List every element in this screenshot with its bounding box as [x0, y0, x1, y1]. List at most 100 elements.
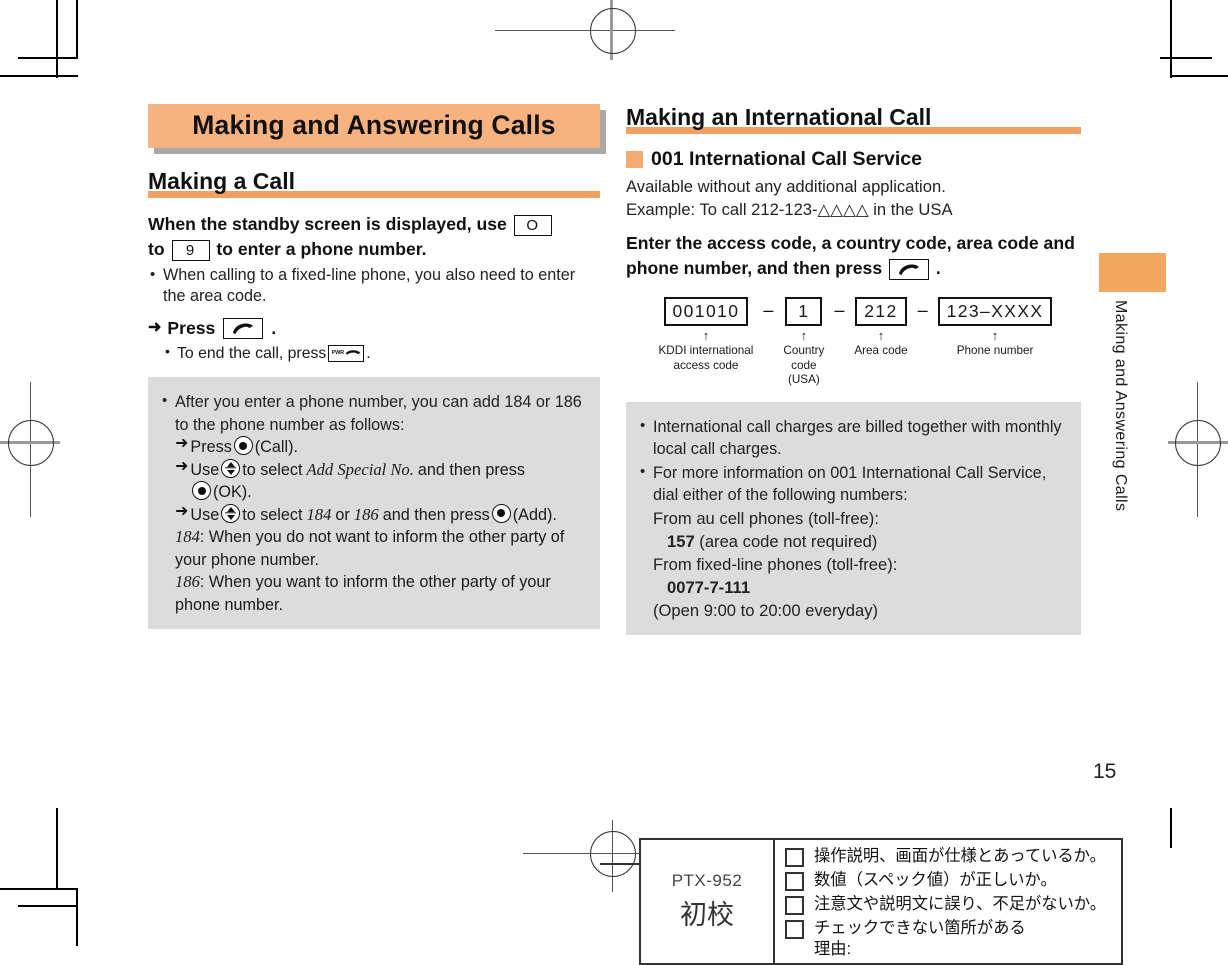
substep-select-184-186: ➜ Use to select 184 or 186 and then pres… [160, 502, 586, 527]
intro-line-2: Example: To call 212-123-△△△△ in the USA [626, 200, 953, 219]
arrow-right-icon: ➜ [175, 435, 189, 452]
proof-checklist-label: 注意文や説明文に誤り、不足がないか。 [814, 895, 1107, 913]
subsection-001-service: 001 International Call Service [626, 148, 1081, 171]
proof-box-leader-line [600, 863, 642, 865]
step-press-send: ➜ Press . [148, 315, 600, 341]
key-send-icon [223, 317, 264, 339]
section-heading-making-a-call: Making a Call [148, 168, 600, 198]
diagram-label: Area code [854, 344, 908, 357]
step-press-label: Press [167, 318, 216, 338]
proof-identity: PTX-952 初校 [641, 840, 775, 963]
key-power-end-icon: PWR [328, 345, 365, 362]
substep-post2: and then press [382, 505, 490, 524]
step-text-a: When the standby screen is displayed, us… [148, 214, 507, 234]
substep-press-ok: (OK). [160, 481, 586, 504]
phone-number-0077: 0077-7-111 [667, 577, 751, 597]
checkbox-icon[interactable] [785, 920, 804, 939]
section-heading-international-call: Making an International Call [626, 104, 1081, 134]
note-box-special-numbers: After you enter a phone number, you can … [148, 377, 600, 629]
option-186: 186 [353, 504, 379, 524]
list-item: After you enter a phone number, you can … [160, 390, 586, 436]
key-updown-icon [221, 503, 241, 523]
diagram-separator: – [763, 300, 774, 320]
arrow-up-icon: ↑ [800, 328, 808, 343]
arrow-up-icon: ↑ [702, 328, 710, 343]
right-column: Making an International Call 001 Interna… [626, 104, 1081, 635]
page-number: 15 [1093, 760, 1117, 783]
diagram-part-phone-number: 123–XXXX ↑ Phone number [937, 297, 1053, 359]
contact-line-0077: 0077-7-111 [653, 576, 1067, 599]
definition-text: When you do not want to inform the other… [175, 528, 565, 569]
substep-pre: Use [190, 505, 220, 524]
definition-colon: : [199, 528, 205, 546]
diagram-label: Country code (USA) [783, 344, 825, 386]
proof-checklist-item[interactable]: 注意文や説明文に誤り、不足がないか。 [785, 894, 1121, 915]
intro-line-1: Available without any additional applica… [626, 177, 946, 196]
left-column: Making and Answering Calls Making a Call… [148, 104, 600, 629]
checkbox-icon[interactable] [785, 872, 804, 891]
step-end-call-note: To end the call, press PWR . [148, 341, 600, 364]
step-text-b: to [148, 239, 165, 259]
orange-square-bullet-icon [626, 151, 643, 168]
definition-term: 184 [175, 527, 200, 546]
diagram-part-access-code: 001010 ↑ KDDI international access code [659, 297, 753, 373]
instruction-text: Enter the access code, a country code, a… [626, 233, 1075, 278]
key-power-label: PWR [331, 349, 344, 356]
section-title: Making an International Call [626, 104, 932, 130]
checkbox-icon[interactable] [785, 896, 804, 915]
proof-checklist-item[interactable]: 操作説明、画面が仕様とあっているか。 [785, 846, 1121, 867]
proof-checklist-label-line1: チェックできない箇所がある [814, 919, 1026, 937]
chapter-title: Making and Answering Calls [192, 110, 556, 140]
step-enter-number-notes: When calling to a fixed-line phone, you … [148, 264, 600, 307]
checkbox-icon[interactable] [785, 848, 804, 867]
key-center-select-icon [491, 503, 511, 523]
arrow-up-icon: ↑ [877, 328, 885, 343]
arrow-up-icon: ↑ [991, 328, 999, 343]
arrow-right-icon: ➜ [175, 502, 189, 520]
proof-code: PTX-952 [671, 871, 743, 890]
chapter-title-bar: Making and Answering Calls [148, 104, 600, 148]
diagram-separator: – [917, 300, 928, 320]
proof-checklist-item[interactable]: 数値（スペック値）が正しいか。 [785, 870, 1121, 891]
diagram-label: Phone number [956, 344, 1034, 357]
proof-checklist-label-line2: 理由: [814, 940, 852, 958]
list-item: When calling to a fixed-line phone, you … [148, 264, 600, 307]
list-item: For more information on 001 Internationa… [638, 461, 1067, 507]
proof-check-box: PTX-952 初校 操作説明、画面が仕様とあっているか。 数値（スペック値）が… [639, 838, 1123, 965]
key-center-select-icon [233, 436, 253, 455]
step-press-period: . [271, 318, 277, 338]
definition-colon: : [199, 573, 205, 591]
key-0-icon: O [513, 214, 552, 236]
substep-mid2: or [335, 505, 350, 524]
key-9-icon: 9 [171, 239, 210, 261]
diagram-value: 212 [855, 297, 907, 326]
substep-mid: to select [242, 460, 303, 479]
diagram-value: 001010 [663, 297, 749, 326]
diagram-part-country-code: 1 ↑ Country code (USA) [783, 297, 824, 388]
definition-text: When you want to inform the other party … [175, 573, 551, 614]
manual-page: Making and Answering Calls Making a Call… [0, 0, 1228, 965]
phone-number-157: 157 [667, 531, 695, 551]
end-call-text: To end the call, press [177, 345, 327, 362]
handset-glyph [233, 323, 254, 334]
definition-186: 186: When you want to inform the other p… [160, 571, 586, 616]
proof-checklist-label-multiline: チェックできない箇所がある 理由: [814, 918, 1026, 960]
list-item: International call charges are billed to… [638, 415, 1067, 461]
section-title: Making a Call [148, 168, 295, 194]
definition-184: 184: When you do not want to inform the … [160, 526, 586, 571]
substep-post: (Call). [254, 438, 298, 456]
substep-press-call: ➜ Press (Call). [160, 436, 586, 459]
proof-checklist-item[interactable]: チェックできない箇所がある 理由: [785, 918, 1121, 960]
proof-stage: 初校 [680, 900, 734, 930]
note-bullets: After you enter a phone number, you can … [160, 390, 586, 436]
side-index-tab-label: Making and Answering Calls [1112, 300, 1129, 512]
diagram-separator: – [834, 300, 845, 320]
key-center-select-icon [192, 481, 211, 500]
substep-mid: to select [242, 505, 303, 524]
end-call-period: . [366, 345, 371, 362]
substep-pre: Use [190, 460, 220, 479]
international-number-diagram: 001010 ↑ KDDI international access code … [626, 297, 1081, 388]
key-send-icon [889, 258, 930, 280]
proof-checklist-label: 操作説明、画面が仕様とあっているか。 [814, 847, 1106, 865]
substep-end: (Add). [512, 505, 557, 524]
